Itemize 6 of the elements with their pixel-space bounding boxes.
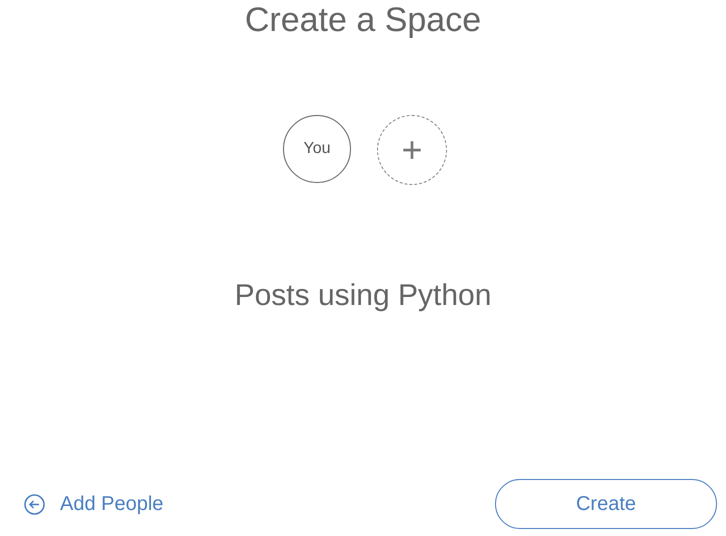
dialog-title: Create a Space bbox=[244, 0, 482, 40]
member-avatar: You bbox=[283, 115, 351, 183]
add-member-button[interactable]: + bbox=[377, 115, 447, 185]
create-button[interactable]: Create bbox=[495, 479, 717, 529]
space-name: Posts using Python bbox=[234, 278, 492, 314]
add-people-link[interactable]: Add People bbox=[24, 489, 164, 519]
